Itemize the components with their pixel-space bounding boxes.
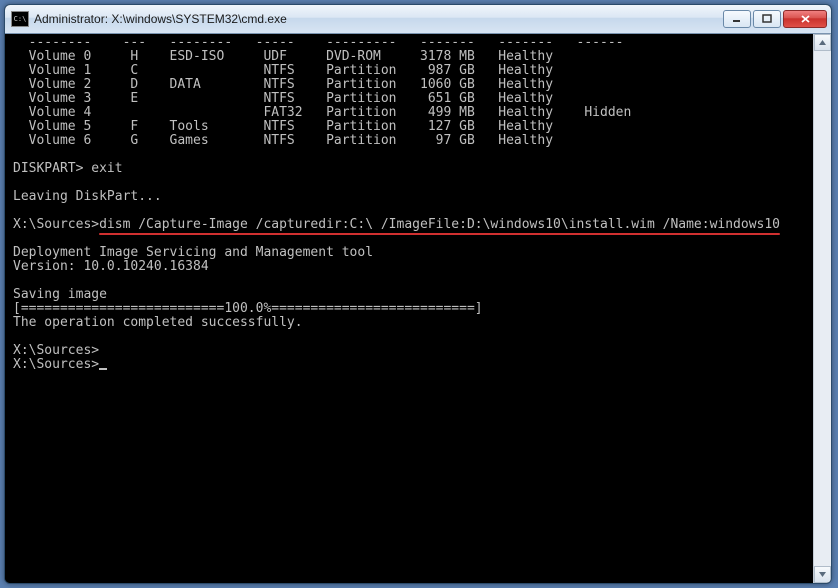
prompt: X:\Sources> <box>13 357 99 372</box>
operation-complete: The operation completed successfully. <box>13 315 303 330</box>
volume-row: Volume 1 C NTFS Partition 987 GB Healthy <box>13 63 553 78</box>
minimize-button[interactable] <box>723 10 751 28</box>
scroll-track[interactable] <box>814 51 831 566</box>
window-title: Administrator: X:\windows\SYSTEM32\cmd.e… <box>34 12 723 26</box>
leaving-diskpart: Leaving DiskPart... <box>13 189 162 204</box>
terminal-output[interactable]: -------- --- -------- ----- --------- --… <box>5 34 813 583</box>
prompt: X:\Sources> <box>13 343 99 358</box>
volume-row: Volume 0 H ESD-ISO UDF DVD-ROM 3178 MB H… <box>13 49 553 64</box>
volume-row: Volume 3 E NTFS Partition 651 GB Healthy <box>13 91 553 106</box>
window-controls <box>723 10 827 28</box>
maximize-button[interactable] <box>753 10 781 28</box>
cmd-icon: C:\ <box>11 11 29 27</box>
dism-command: dism /Capture-Image /capturedir:C:\ /Ima… <box>99 218 780 232</box>
volume-row: Volume 5 F Tools NTFS Partition 127 GB H… <box>13 119 553 134</box>
cursor <box>99 368 107 370</box>
titlebar[interactable]: C:\ Administrator: X:\windows\SYSTEM32\c… <box>5 5 831 34</box>
volume-row: Volume 4 FAT32 Partition 499 MB Healthy … <box>13 105 631 120</box>
dism-tool-line: Deployment Image Servicing and Managemen… <box>13 245 373 260</box>
cmd-window: C:\ Administrator: X:\windows\SYSTEM32\c… <box>4 4 832 584</box>
volume-row: Volume 6 G Games NTFS Partition 97 GB He… <box>13 133 553 148</box>
scroll-down-button[interactable] <box>814 566 831 583</box>
saving-image: Saving image <box>13 287 107 302</box>
dism-version-line: Version: 10.0.10240.16384 <box>13 259 209 274</box>
diskpart-exit: DISKPART> exit <box>13 161 123 176</box>
vertical-scrollbar[interactable] <box>813 34 831 583</box>
close-button[interactable] <box>783 10 827 28</box>
scroll-up-button[interactable] <box>814 34 831 51</box>
progress-bar: [==========================100.0%=======… <box>13 301 483 316</box>
client-area: -------- --- -------- ----- --------- --… <box>5 34 831 583</box>
divider-line: -------- --- -------- ----- --------- --… <box>13 35 623 50</box>
prompt: X:\Sources> <box>13 217 99 232</box>
volume-row: Volume 2 D DATA NTFS Partition 1060 GB H… <box>13 77 553 92</box>
